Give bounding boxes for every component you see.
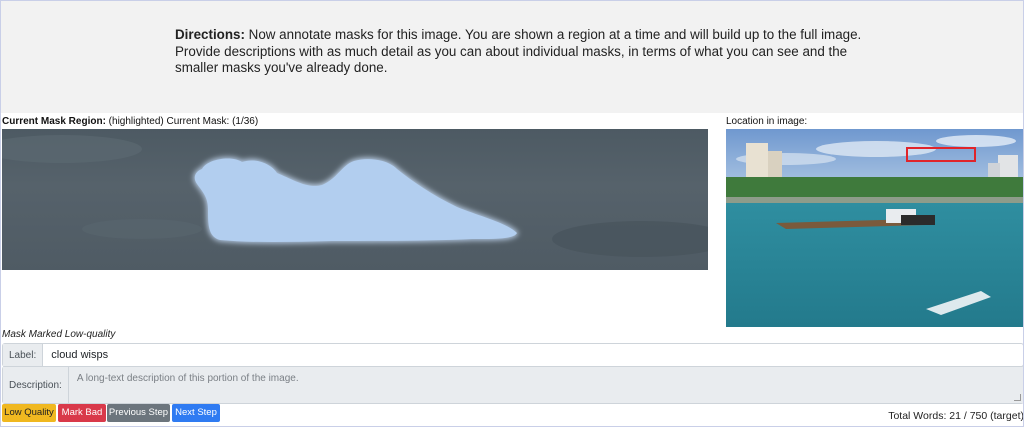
region-title-label: Current Mask Region:: [2, 116, 106, 127]
directions-body: Now annotate masks for this image. You a…: [175, 27, 862, 75]
total-words: Total Words: 21 / 750 (target): [888, 410, 1024, 422]
directions-title: Directions:: [175, 27, 245, 42]
region-title: Current Mask Region: (highlighted) Curre…: [2, 116, 258, 127]
description-textarea[interactable]: A long-text description of this portion …: [67, 367, 1023, 403]
low-quality-button[interactable]: Low Quality: [2, 404, 56, 422]
directions-text: Directions: Now annotate masks for this …: [175, 27, 865, 77]
mask-region-image: [2, 129, 708, 270]
description-placeholder: A long-text description of this portion …: [76, 373, 299, 384]
label-input[interactable]: cloud wisps: [43, 344, 1023, 366]
mark-bad-button[interactable]: Mark Bad: [58, 404, 106, 422]
location-svg: [726, 129, 1024, 327]
next-step-button[interactable]: Next Step: [172, 404, 220, 422]
location-image: [726, 129, 1024, 327]
label-input-group: Label: cloud wisps: [2, 343, 1024, 367]
description-addon: Description:: [3, 367, 68, 403]
quality-note: Mask Marked Low-quality: [2, 329, 116, 340]
mask-region-svg: [2, 135, 708, 257]
previous-step-button[interactable]: Previous Step: [107, 404, 170, 422]
location-title: Location in image:: [726, 116, 808, 127]
region-subtitle: (highlighted) Current Mask: (1/36): [105, 116, 259, 127]
directions-panel: Directions: Now annotate masks for this …: [1, 1, 1023, 113]
resize-handle-icon[interactable]: [1014, 394, 1021, 401]
description-input-group: Description: A long-text description of …: [2, 366, 1024, 404]
label-addon: Label:: [3, 344, 44, 366]
